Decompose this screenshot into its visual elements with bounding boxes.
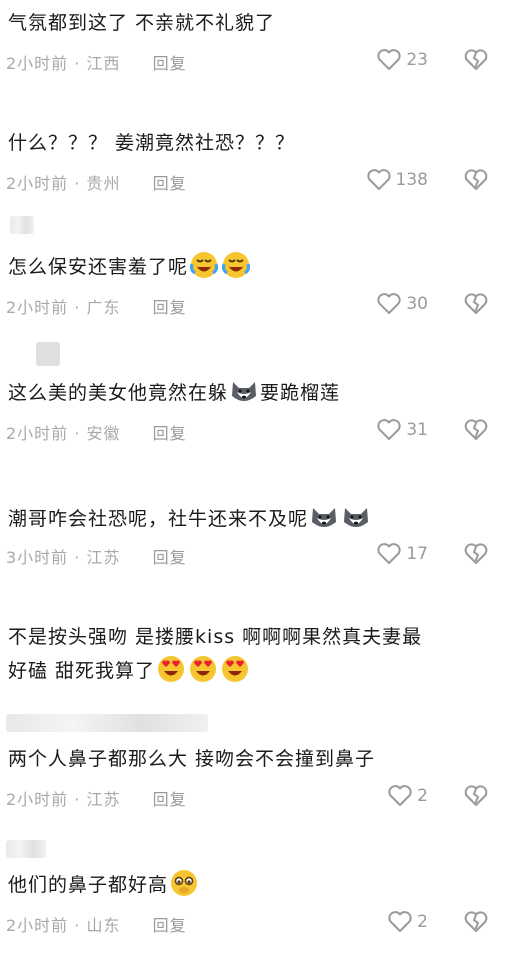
comment-text: 两个人鼻子都那么大 接吻会不会撞到鼻子 [8,748,376,770]
comment-meta: 2小时前 · 江苏 回复 [6,790,187,809]
like-count: 17 [406,544,428,564]
comment-meta: 3小时前 · 江苏 回复 [6,548,187,567]
heart-outline-icon [376,48,402,72]
comment-text: 怎么保安还害羞了呢 [8,250,496,284]
broken-heart-icon [464,48,488,72]
heart-outline-icon [376,418,402,442]
username [6,840,46,858]
like-count: 31 [406,420,428,440]
like-count: 2 [417,786,428,806]
broken-heart-icon [464,542,488,566]
reply-button[interactable]: 回复 [153,916,187,935]
like-count: 30 [406,294,428,314]
heart-outline-icon [387,784,413,808]
heart-outline-icon [366,168,392,192]
like-button[interactable]: 17 [376,542,428,566]
comment-text: 气氛都到这了 不亲就不礼貌了 [8,12,276,34]
comment-time: 2小时前 [6,916,69,935]
reply-button[interactable]: 回复 [153,548,187,567]
like-button[interactable]: 2 [387,910,428,934]
laugh-cry-emoji-icon [189,250,219,280]
comment-location: 江苏 [86,548,121,567]
comment-location: 贵州 [86,174,121,193]
comment-time: 2小时前 [6,54,69,73]
avatar [36,342,60,366]
heart-outline-icon [376,542,402,566]
comment-meta: 2小时前 · 江西 回复 [6,54,187,73]
husky-emoji-icon [309,502,339,532]
reply-button[interactable]: 回复 [153,298,187,317]
like-button[interactable]: 2 [387,784,428,808]
heart-eyes-emoji-icon [156,654,186,684]
comment-meta: 2小时前 · 山东 回复 [6,916,187,935]
comment-location: 安徽 [86,424,121,443]
reply-button[interactable]: 回复 [153,424,187,443]
like-button[interactable]: 23 [376,48,428,72]
comment-location: 江苏 [86,790,121,809]
comment-location: 山东 [86,916,121,935]
comment-text: 不是按头强吻 是搂腰kiss 啊啊啊果然真夫妻最 好磕 甜死我算了 [8,626,423,684]
comment-location: 江西 [86,54,121,73]
comment-location: 广东 [86,298,121,317]
comment-meta: 2小时前 · 广东 回复 [6,298,187,317]
like-button[interactable]: 138 [366,168,428,192]
username [6,714,208,732]
like-count: 2 [417,912,428,932]
comment-text: 他们的鼻子都好高 [8,868,496,902]
avatar [10,216,34,234]
comment-time: 2小时前 [6,790,69,809]
comment-meta: 2小时前 · 安徽 回复 [6,424,187,443]
comment-text: 这么美的美女他竟然在躲 要跪榴莲 [8,376,496,410]
comment-time: 2小时前 [6,298,69,317]
laugh-cry-emoji-icon [221,250,251,280]
pleading-emoji-icon [169,868,199,898]
dislike-button[interactable] [464,168,488,192]
like-button[interactable]: 31 [376,418,428,442]
dislike-button[interactable] [464,910,488,934]
heart-outline-icon [387,910,413,934]
like-count: 138 [395,170,428,190]
comment-time: 3小时前 [6,548,69,567]
like-count: 23 [406,50,428,70]
broken-heart-icon [464,418,488,442]
heart-eyes-emoji-icon [188,654,218,684]
broken-heart-icon [464,784,488,808]
reply-button[interactable]: 回复 [153,790,187,809]
reply-button[interactable]: 回复 [153,54,187,73]
broken-heart-icon [464,910,488,934]
dislike-button[interactable] [464,418,488,442]
dislike-button[interactable] [464,784,488,808]
husky-emoji-icon [341,502,371,532]
comment-text: 潮哥咋会社恐呢，社牛还来不及呢 [8,502,496,536]
broken-heart-icon [464,168,488,192]
husky-emoji-icon [229,376,259,406]
like-button[interactable]: 30 [376,292,428,316]
dislike-button[interactable] [464,48,488,72]
heart-eyes-emoji-icon [220,654,250,684]
broken-heart-icon [464,292,488,316]
heart-outline-icon [376,292,402,316]
reply-button[interactable]: 回复 [153,174,187,193]
dislike-button[interactable] [464,292,488,316]
comment-text: 什么？？？ 姜潮竟然社恐？？？ [8,132,296,154]
comment-meta: 2小时前 · 贵州 回复 [6,174,187,193]
comment-time: 2小时前 [6,424,69,443]
dislike-button[interactable] [464,542,488,566]
comment-time: 2小时前 [6,174,69,193]
